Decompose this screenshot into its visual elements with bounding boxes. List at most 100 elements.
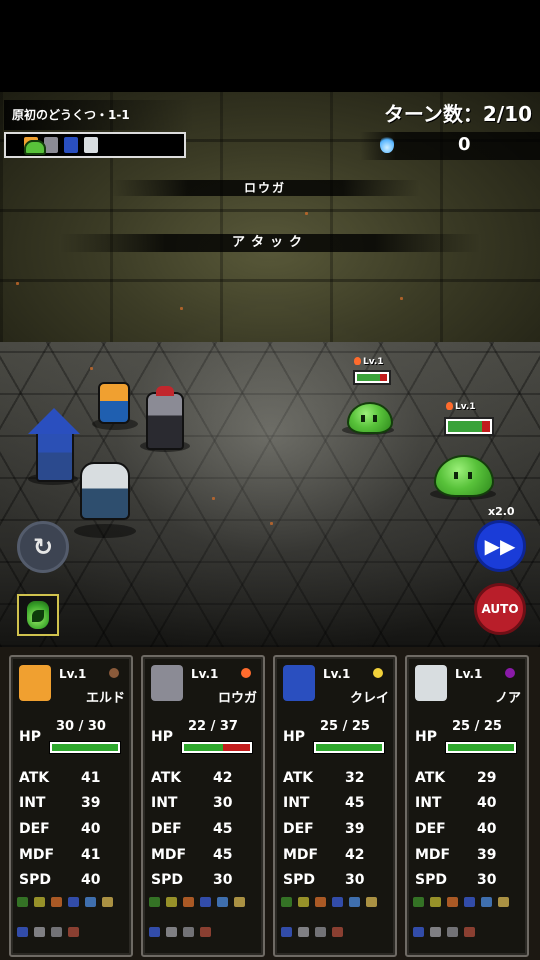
action-name-banner: アタック	[60, 234, 480, 252]
auto-button[interactable]: AUTO	[474, 583, 526, 635]
water-icon	[200, 897, 211, 907]
water-icon	[68, 897, 79, 907]
stat-key: SPD	[283, 872, 315, 888]
stat-value: 32	[345, 770, 365, 786]
ring-icon	[498, 897, 509, 907]
turn-counter: ターン数：2/10	[383, 102, 532, 126]
hp-value: 22 / 37	[188, 719, 238, 734]
ring-icon	[102, 897, 113, 907]
hp-label: HP	[19, 729, 41, 745]
ring-icon	[234, 897, 245, 907]
cross-icon	[315, 927, 326, 937]
enemy-level-label: Lv.1	[446, 402, 476, 412]
hero-elde-sprite	[98, 382, 130, 424]
top-black-bar	[0, 0, 540, 92]
lightning-icon	[298, 897, 309, 907]
party-card[interactable]: Lv.1 エルド HP 30 / 30 ATK 41 INT 39 DEF 40 MDF 41 SPD 4…	[9, 655, 133, 957]
stat-value: 40	[81, 821, 101, 837]
enemy-hp-bar	[353, 370, 391, 385]
stat-value: 29	[477, 770, 497, 786]
ember	[90, 367, 93, 370]
fire-icon	[51, 897, 62, 907]
stat-value: 45	[213, 847, 233, 863]
cross-icon	[51, 927, 62, 937]
cross-icon	[183, 927, 194, 937]
hero-noa-sprite	[80, 462, 130, 520]
element-icon	[505, 668, 515, 678]
stage-name: 原初のどうくつ・1-1	[12, 108, 130, 122]
gear-icon	[166, 927, 177, 937]
soul-flame-icon	[380, 135, 394, 153]
skull-icon	[68, 927, 79, 937]
wind-icon	[481, 897, 492, 907]
cross-icon	[447, 927, 458, 937]
shield-icon	[149, 927, 160, 937]
green-potion-icon[interactable]	[17, 594, 59, 636]
stat-key: MDF	[151, 847, 187, 863]
enemy-level-label: Lv.1	[354, 357, 384, 367]
hero-name: ロウガ	[217, 691, 257, 706]
gear-icon	[430, 927, 441, 937]
stat-value: 42	[345, 847, 365, 863]
water-icon	[464, 897, 475, 907]
resist-icons-row	[281, 897, 391, 907]
hp-label: HP	[415, 729, 437, 745]
resist-icons-row	[149, 897, 259, 907]
hero-name: クレイ	[349, 691, 389, 706]
hp-value: 25 / 25	[452, 719, 502, 734]
stat-key: INT	[283, 795, 310, 811]
fast-forward-icon[interactable]: ▶▶	[474, 520, 526, 572]
turn-order-slime-icon	[24, 139, 46, 155]
stat-key: MDF	[415, 847, 451, 863]
lightning-icon	[34, 897, 45, 907]
resist-icons-row	[149, 927, 259, 937]
poison-icon	[17, 897, 28, 907]
refresh-icon[interactable]: ↻	[17, 521, 69, 573]
gear-icon	[298, 927, 309, 937]
fire-icon	[315, 897, 326, 907]
hero-portrait	[151, 665, 183, 701]
water-icon	[332, 897, 343, 907]
skull-icon	[464, 927, 475, 937]
poison-icon	[281, 897, 292, 907]
hero-level: Lv.1	[323, 667, 351, 681]
stage-label-bg: 原初のどうくつ・1-1	[4, 100, 194, 130]
gear-icon	[34, 927, 45, 937]
hero-level: Lv.1	[59, 667, 87, 681]
hero-level: Lv.1	[191, 667, 219, 681]
turn-order-strip	[4, 132, 186, 158]
hp-bar	[181, 741, 253, 754]
stat-value: 45	[345, 795, 365, 811]
ember	[16, 282, 19, 285]
stat-value: 45	[213, 821, 233, 837]
shield-icon	[281, 927, 292, 937]
stat-value: 30	[213, 872, 233, 888]
turn-order-clay-icon	[64, 137, 78, 153]
stat-key: SPD	[151, 872, 183, 888]
element-icon	[373, 668, 383, 678]
resist-icons-row	[413, 927, 523, 937]
stat-value: 40	[81, 872, 101, 888]
stat-key: DEF	[283, 821, 314, 837]
hp-label: HP	[283, 729, 305, 745]
hero-rouga-sprite	[146, 386, 184, 450]
skull-icon	[332, 927, 343, 937]
skull-icon	[200, 927, 211, 937]
stat-value: 42	[213, 770, 233, 786]
stat-value: 40	[477, 795, 497, 811]
hero-portrait	[415, 665, 447, 701]
stat-key: DEF	[415, 821, 446, 837]
party-card[interactable]: Lv.1 ノア HP 25 / 25 ATK 29 INT 40 DEF 40 MDF 39 SPD 30	[405, 655, 529, 957]
party-card[interactable]: Lv.1 クレイ HP 25 / 25 ATK 32 INT 45 DEF 39 MDF 42 SPD 3…	[273, 655, 397, 957]
wind-icon	[85, 897, 96, 907]
battle-scene	[0, 92, 540, 647]
lightning-icon	[430, 897, 441, 907]
shield-icon	[17, 927, 28, 937]
hero-name: ノア	[494, 691, 521, 706]
stat-key: INT	[151, 795, 178, 811]
stat-key: INT	[415, 795, 442, 811]
ember	[305, 212, 308, 215]
resist-icons-row	[413, 897, 523, 907]
party-card[interactable]: Lv.1 ロウガ HP 22 / 37 ATK 42 INT 30 DEF 45 MDF 45 SPD 3…	[141, 655, 265, 957]
hero-level: Lv.1	[455, 667, 483, 681]
